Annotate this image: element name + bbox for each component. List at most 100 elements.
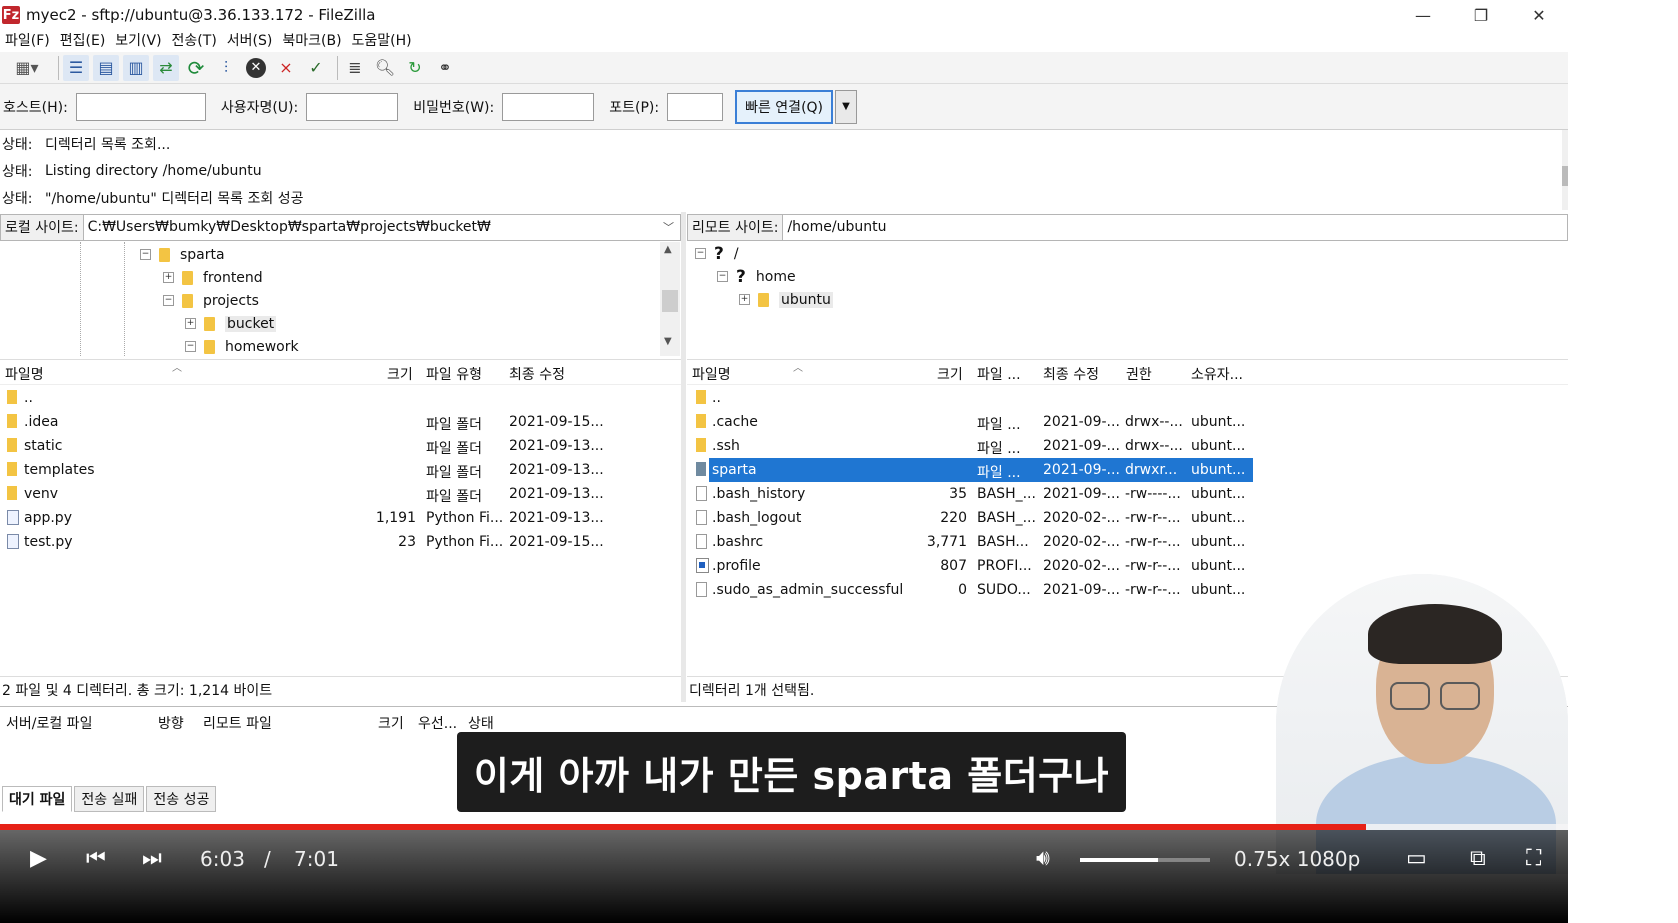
local-col-type[interactable]: 파일 유형 <box>426 364 482 384</box>
close-button[interactable]: ✕ <box>1510 0 1568 30</box>
menu-transfer[interactable]: 전송(T) <box>167 30 222 52</box>
refresh-icon[interactable]: ⟳ <box>183 55 209 81</box>
local-file-row[interactable]: venv 파일 폴더 2021-09-13... <box>0 482 660 506</box>
directory-filter-icon[interactable]: ≣ <box>342 55 368 81</box>
remote-file-row[interactable]: .ssh 파일 ... 2021-09-... drwx--... ubunt... <box>696 434 1253 458</box>
toggle-queue-icon[interactable]: ⇄ <box>153 54 179 81</box>
play-icon[interactable]: ▶ <box>30 846 47 871</box>
speed-quality-badge[interactable]: 0.75x 1080p <box>1234 847 1360 871</box>
tab-failed-transfers[interactable]: 전송 실패 <box>74 786 145 812</box>
username-input[interactable] <box>306 92 399 121</box>
remote-file-row[interactable]: .profile 807 PROFI... 2020-02-... -rw-r--...… <box>696 554 1253 578</box>
volume-slider[interactable] <box>1080 858 1210 862</box>
remote-file-row[interactable]: .bash_logout 220 BASH_... 2020-02-... -rw-r-… <box>696 506 1253 530</box>
reconnect-icon[interactable]: ✓ <box>303 55 329 81</box>
password-input[interactable] <box>502 92 595 121</box>
expand-icon[interactable]: + <box>739 294 750 305</box>
remote-file-row[interactable]: .sudo_as_admin_successful 0 SUDO... 2021-09… <box>696 578 1253 602</box>
tree-item-root[interactable]: − ? / <box>695 242 739 265</box>
next-icon[interactable]: ⏭ <box>142 846 162 871</box>
remote-col-size[interactable]: 크기 <box>937 364 963 384</box>
queue-col-direction[interactable]: 방향 <box>158 713 184 733</box>
local-path-combobox[interactable]: C:₩Users₩bumky₩Desktop₩sparta₩projects₩b… <box>83 213 681 241</box>
tab-successful-transfers[interactable]: 전송 성공 <box>146 786 217 812</box>
remote-col-owner[interactable]: 소유자... <box>1191 364 1243 384</box>
remote-col-name[interactable]: 파일명 <box>692 364 731 384</box>
collapse-icon[interactable]: − <box>163 295 174 306</box>
log-scrollbar[interactable] <box>1562 130 1568 210</box>
host-input[interactable] <box>75 92 206 121</box>
expand-icon[interactable]: + <box>163 272 174 283</box>
scroll-up-icon[interactable]: ▲ <box>664 244 672 255</box>
local-file-row[interactable]: .. <box>0 386 660 410</box>
local-col-name[interactable]: 파일명 <box>5 364 44 384</box>
tree-item-ubuntu[interactable]: + ubuntu <box>739 288 833 311</box>
tree-item-bucket[interactable]: + bucket <box>185 312 277 335</box>
miniplayer-icon[interactable]: ⧉ <box>1470 846 1486 871</box>
volume-icon[interactable]: 🔊︎ <box>1036 846 1050 871</box>
site-manager-icon[interactable]: ▦▾ <box>4 55 50 81</box>
port-input[interactable] <box>667 92 724 121</box>
local-file-row[interactable]: templates 파일 폴더 2021-09-13... <box>0 458 660 482</box>
menu-file[interactable]: 파일(F) <box>0 30 55 52</box>
local-col-modified[interactable]: 최종 수정 <box>509 364 565 384</box>
chevron-down-icon[interactable]: ﹀ <box>663 219 674 235</box>
remote-col-type[interactable]: 파일 ... <box>977 364 1021 384</box>
queue-col-file[interactable]: 서버/로컬 파일 <box>6 713 92 733</box>
menu-help[interactable]: 도움말(H) <box>347 30 417 52</box>
local-tree-scrollbar[interactable]: ▲ ▼ <box>660 242 680 356</box>
local-tree-scrollbar-thumb[interactable] <box>662 290 678 312</box>
subtitles-icon[interactable]: ▭ <box>1406 846 1427 871</box>
remote-path-input[interactable]: /home/ubuntu <box>783 213 1568 241</box>
tree-item-frontend[interactable]: + frontend <box>163 266 263 289</box>
remote-file-row[interactable]: .bash_history 35 BASH_... 2021-09-... -rw---… <box>696 482 1253 506</box>
restore-button[interactable]: ❐ <box>1452 0 1510 30</box>
remote-col-modified[interactable]: 최종 수정 <box>1043 364 1099 384</box>
collapse-icon[interactable]: − <box>185 341 196 352</box>
tree-item-projects[interactable]: − projects <box>163 289 259 312</box>
remote-file-row[interactable]: .. <box>696 386 1253 410</box>
local-file-row[interactable]: app.py 1,191 Python Fi... 2021-09-13... <box>0 506 660 530</box>
fullscreen-icon[interactable]: ⛶ <box>1526 846 1541 871</box>
quickconnect-dropdown-icon[interactable]: ▼ <box>835 89 858 124</box>
collapse-icon[interactable]: − <box>140 249 151 260</box>
minimize-button[interactable]: — <box>1394 0 1452 30</box>
log-scrollbar-thumb[interactable] <box>1562 166 1568 186</box>
remote-col-permissions[interactable]: 권한 <box>1126 364 1152 384</box>
collapse-icon[interactable]: − <box>695 248 706 259</box>
queue-col-status[interactable]: 상태 <box>468 713 494 733</box>
toggle-remote-tree-icon[interactable]: ▥ <box>123 54 149 81</box>
local-col-size[interactable]: 크기 <box>387 364 413 384</box>
panel-splitter[interactable] <box>681 212 686 702</box>
search-icon[interactable]: 🔍︎ <box>372 55 398 81</box>
tree-item-sparta[interactable]: − sparta <box>140 243 225 266</box>
process-queue-icon[interactable]: ⫶ <box>213 55 239 81</box>
queue-col-remote[interactable]: 리모트 파일 <box>203 713 272 733</box>
queue-col-size[interactable]: 크기 <box>378 713 404 733</box>
tree-item-homework[interactable]: − homework <box>185 335 299 356</box>
collapse-icon[interactable]: − <box>717 271 728 282</box>
find-files-icon[interactable]: ⚭ <box>432 55 458 81</box>
toggle-local-tree-icon[interactable]: ▤ <box>93 54 119 81</box>
scroll-down-icon[interactable]: ▼ <box>664 336 672 347</box>
remote-file-row[interactable]: .bashrc 3,771 BASH... 2020-02-... -rw-r--...… <box>696 530 1253 554</box>
cancel-icon[interactable]: ✕ <box>243 55 269 81</box>
remote-file-row[interactable]: .cache 파일 ... 2021-09-... drwx--... ubunt... <box>696 410 1253 434</box>
tree-item-home[interactable]: − ? home <box>717 265 796 288</box>
local-file-row[interactable]: static 파일 폴더 2021-09-13... <box>0 434 660 458</box>
tab-queued-files[interactable]: 대기 파일 <box>2 786 73 812</box>
local-file-row[interactable]: .idea 파일 폴더 2021-09-15... <box>0 410 660 434</box>
remote-file-row[interactable]: sparta 파일 ... 2021-09-... drwxr... ubunt... <box>696 458 1253 482</box>
sync-browse-icon[interactable]: ↻ <box>402 55 428 81</box>
expand-icon[interactable]: + <box>185 318 196 329</box>
menu-bookmarks[interactable]: 북마크(B) <box>277 30 346 52</box>
menu-edit[interactable]: 편집(E) <box>55 30 111 52</box>
local-file-row[interactable]: test.py 23 Python Fi... 2021-09-15... <box>0 530 660 554</box>
queue-col-priority[interactable]: 우선... <box>418 713 457 733</box>
menu-view[interactable]: 보기(V) <box>110 30 166 52</box>
menu-server[interactable]: 서버(S) <box>222 30 278 52</box>
disconnect-icon[interactable]: ⨯ <box>273 55 299 81</box>
toggle-log-icon[interactable]: ☰ <box>63 54 89 81</box>
previous-icon[interactable]: ⏮ <box>86 846 106 871</box>
quickconnect-button[interactable]: 빠른 연결(Q) <box>735 89 834 124</box>
